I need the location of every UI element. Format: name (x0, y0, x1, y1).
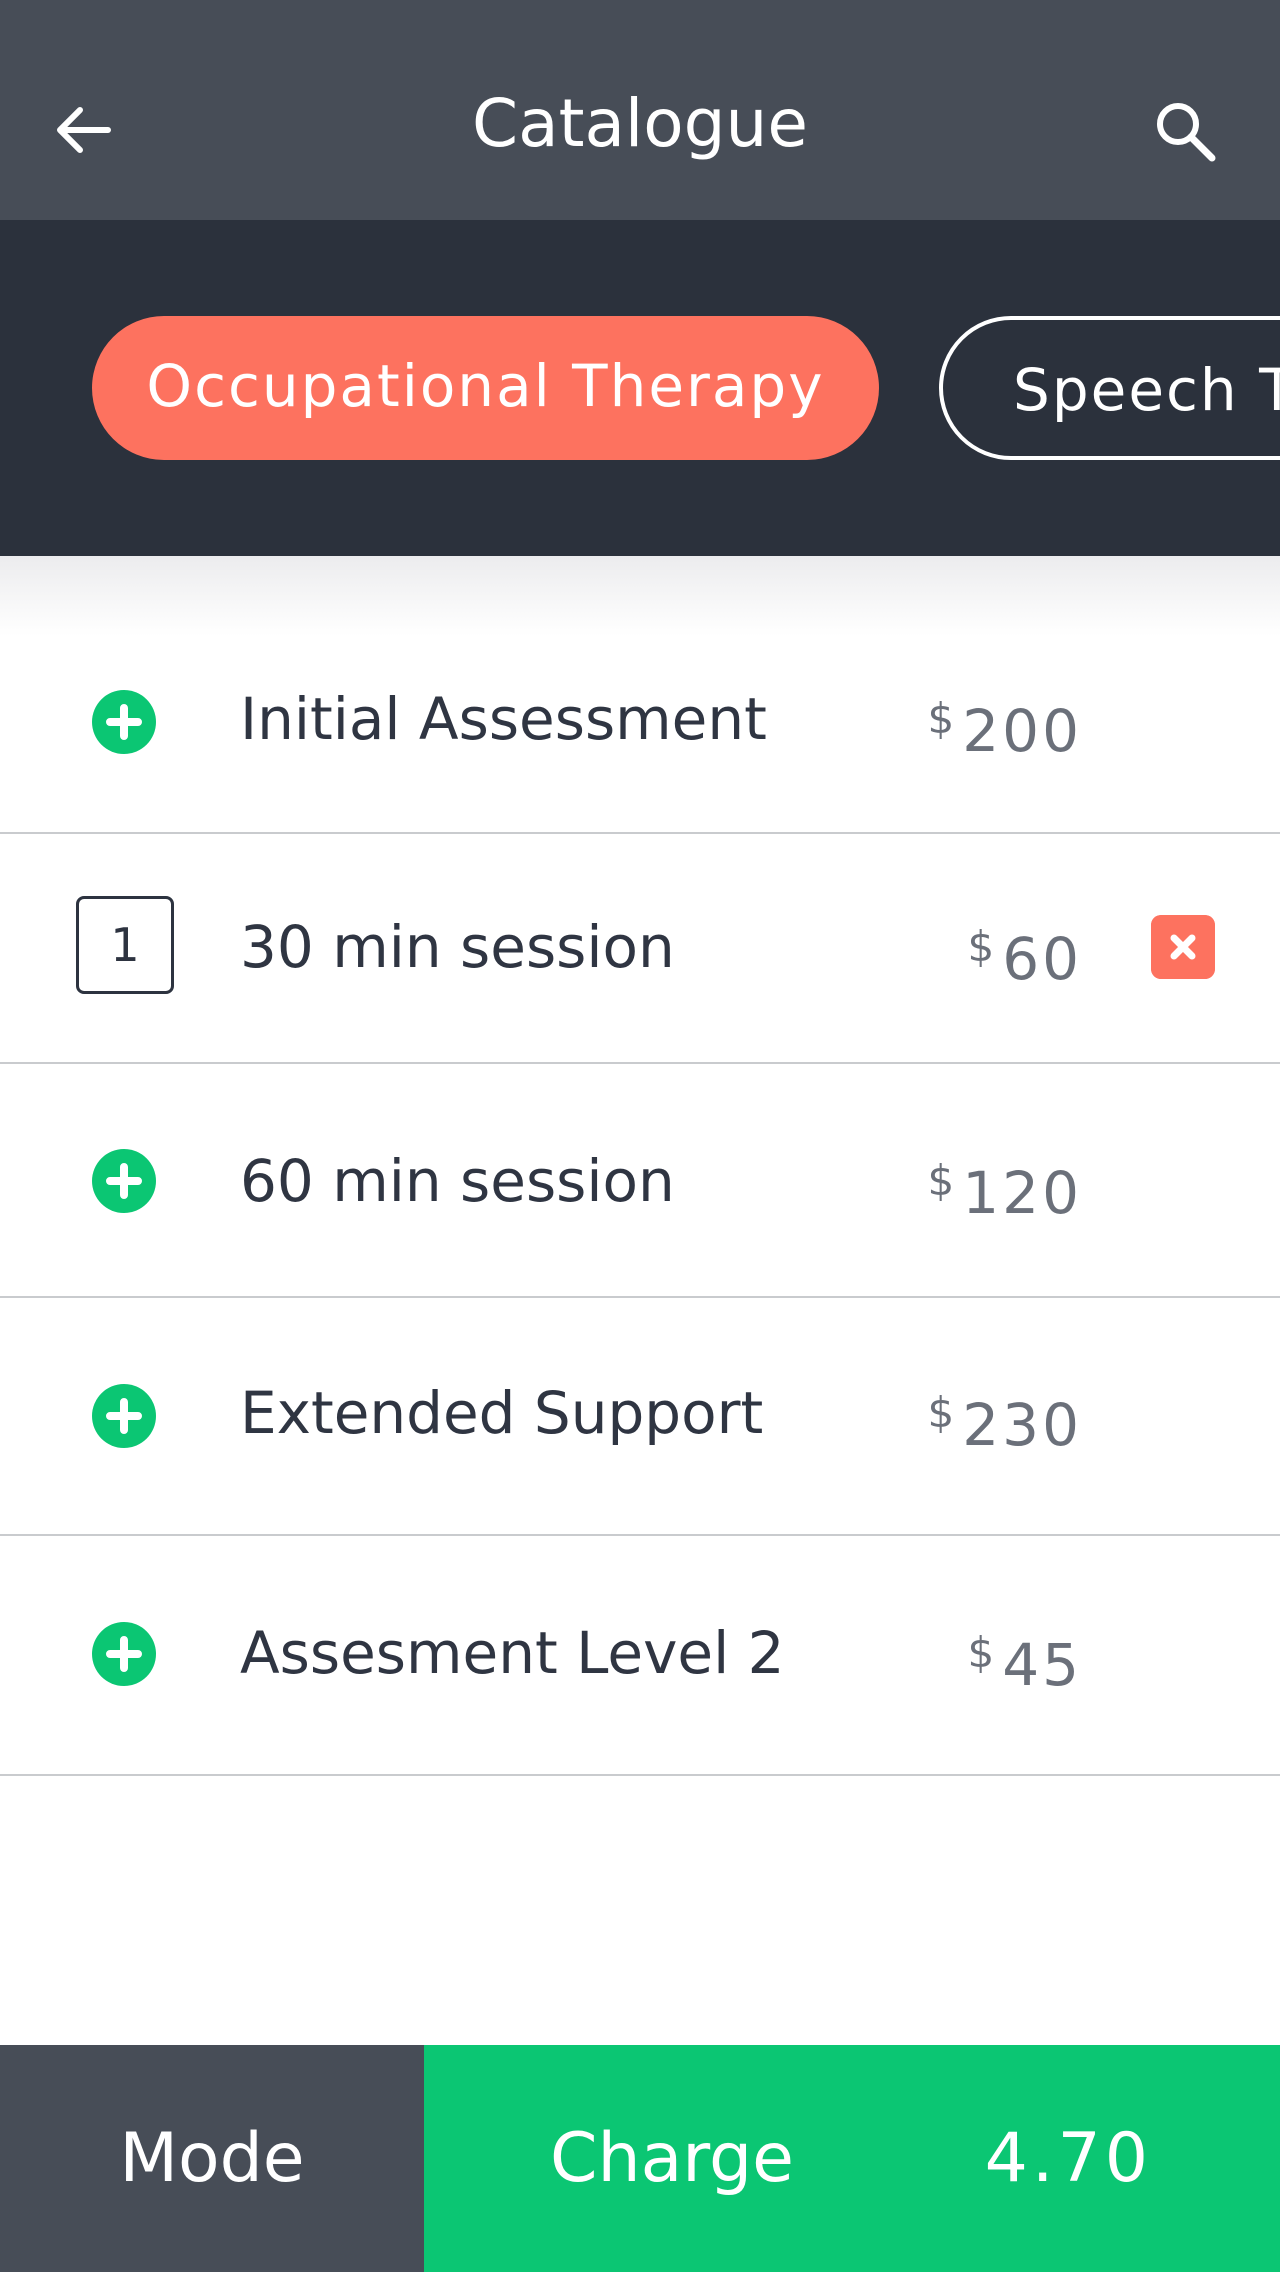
currency-symbol: $ (927, 1388, 955, 1437)
add-item-icon[interactable] (92, 690, 156, 754)
category-tabs: Occupational Therapy Speech T (0, 220, 1280, 556)
charge-button[interactable]: Charge 4.70 (424, 2045, 1280, 2272)
price-value: 230 (962, 1391, 1082, 1459)
page-title: Catalogue (472, 85, 808, 162)
item-name: 30 min session (240, 913, 675, 981)
add-item-icon[interactable] (92, 1622, 156, 1686)
currency-symbol: $ (967, 1628, 995, 1677)
item-price: $45 (967, 1618, 1082, 1700)
currency-symbol: $ (927, 694, 955, 743)
quantity-box[interactable]: 1 (76, 896, 174, 994)
price-value: 120 (962, 1159, 1082, 1227)
category-chip-speech-therapy[interactable]: Speech T (939, 316, 1280, 460)
search-icon[interactable] (1150, 96, 1224, 170)
item-price: $200 (928, 684, 1082, 766)
item-name: Initial Assessment (240, 685, 767, 753)
catalogue-item[interactable]: Initial Assessment $200 (0, 556, 1280, 834)
catalogue-item[interactable]: Assesment Level 2 $45 (0, 1536, 1280, 1776)
currency-symbol: $ (927, 1156, 955, 1205)
item-name: Assesment Level 2 (240, 1619, 785, 1687)
add-item-icon[interactable] (92, 1149, 156, 1213)
charge-label: Charge (550, 2119, 795, 2198)
item-price: $60 (967, 912, 1082, 994)
item-name: Extended Support (240, 1379, 764, 1447)
add-item-icon[interactable] (92, 1384, 156, 1448)
catalogue-item-selected[interactable]: 1 30 min session $60 (0, 834, 1280, 1064)
bottom-bar: Mode Charge 4.70 (0, 2045, 1280, 2272)
price-value: 60 (1002, 925, 1082, 993)
price-value: 45 (1002, 1631, 1082, 1699)
catalogue-item[interactable]: Extended Support $230 (0, 1298, 1280, 1536)
mode-button[interactable]: Mode (0, 2045, 424, 2272)
currency-symbol: $ (967, 922, 995, 971)
catalogue-item[interactable]: 60 min session $120 (0, 1064, 1280, 1298)
price-value: 200 (962, 697, 1082, 765)
charge-amount: 4.70 (984, 2119, 1152, 2198)
item-price: $120 (928, 1146, 1082, 1228)
item-name: 60 min session (240, 1147, 675, 1215)
item-price: $230 (928, 1378, 1082, 1460)
app-header: Catalogue (0, 0, 1280, 220)
remove-item-icon[interactable] (1151, 915, 1215, 979)
category-chip-occupational-therapy[interactable]: Occupational Therapy (92, 316, 879, 460)
